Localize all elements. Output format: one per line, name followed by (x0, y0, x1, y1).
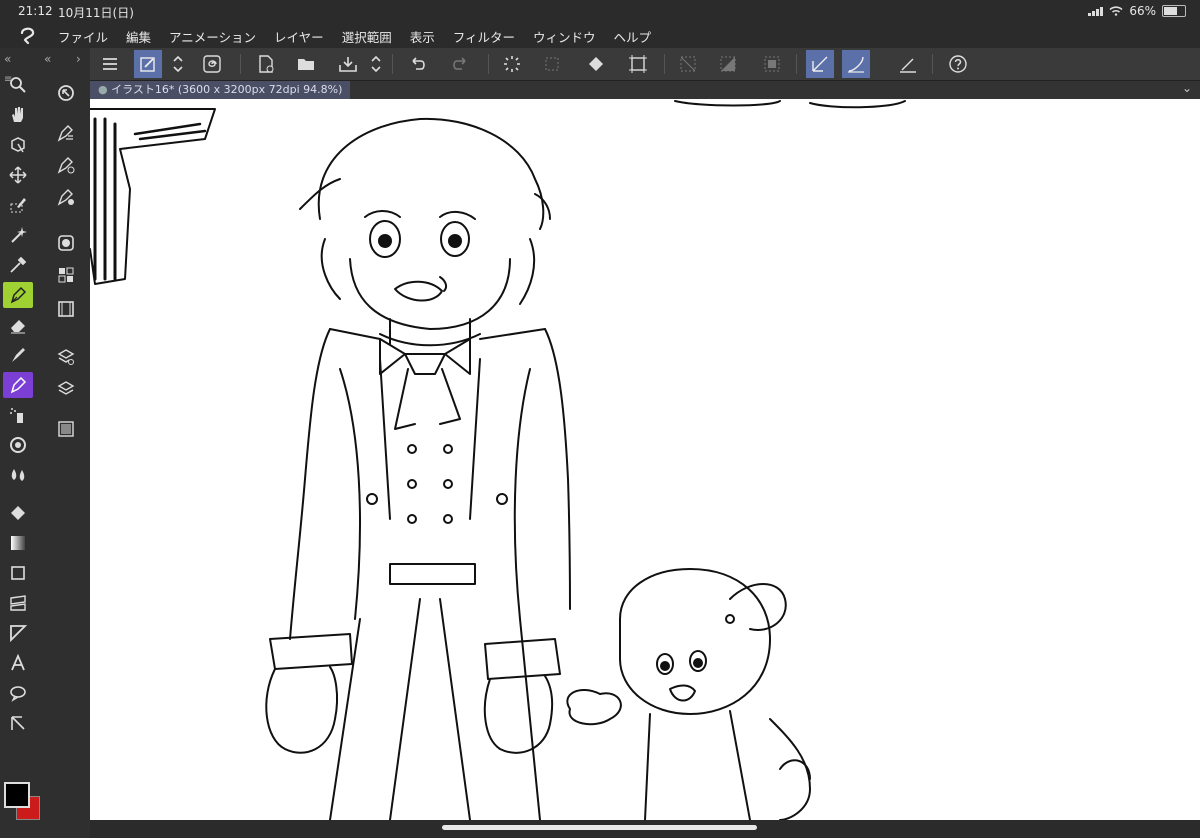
app-logo-icon[interactable] (18, 25, 38, 45)
document-tab-bar: ● イラスト16* (3600 x 3200px 72dpi 94.8%) ⌄ (90, 81, 1200, 99)
layer-panel-icon[interactable] (51, 376, 81, 402)
menu-edit[interactable]: 編集 (126, 27, 151, 46)
navigator-icon[interactable] (51, 80, 81, 106)
auto-select-tool-icon[interactable] (3, 222, 33, 248)
layer-edit-icon[interactable] (134, 50, 162, 78)
main-color-chip[interactable] (4, 782, 30, 808)
frame-border-tool-icon[interactable] (3, 590, 33, 616)
snap-ruler-icon[interactable] (806, 50, 834, 78)
clear-selection-icon[interactable] (538, 50, 566, 78)
spiral-icon[interactable] (198, 50, 226, 78)
menu-selection[interactable]: 選択範囲 (342, 27, 392, 46)
document-tab[interactable]: ● イラスト16* (3600 x 3200px 72dpi 94.8%) (90, 81, 351, 99)
brush-tool-icon[interactable] (3, 342, 33, 368)
selection-pen-tool-icon[interactable] (3, 192, 33, 218)
edit-stepper-icon[interactable] (170, 50, 186, 78)
artwork (90, 100, 906, 820)
menu-help[interactable]: ヘルプ (614, 27, 652, 46)
eraser-tool-icon[interactable] (3, 312, 33, 338)
status-date: 10月11日(日) (58, 6, 134, 20)
home-indicator[interactable] (442, 825, 757, 830)
menu-bar: ファイル 編集 アニメーション レイヤー 選択範囲 表示 フィルター ウィンドウ… (0, 22, 1200, 48)
drawing-canvas[interactable] (90, 99, 1200, 820)
tab-dropdown-icon[interactable]: ⌄ (1182, 81, 1192, 95)
loading-spinner-icon[interactable] (498, 50, 526, 78)
balloon-tool-icon[interactable] (3, 680, 33, 706)
redo-icon[interactable] (446, 50, 474, 78)
collapse-sub-icon[interactable]: « (44, 52, 51, 66)
collapse-left-icon[interactable]: « (4, 52, 11, 66)
menu-file[interactable]: ファイル (58, 27, 108, 46)
expand-sub-icon[interactable]: › (76, 52, 81, 66)
pen-tool-icon[interactable] (3, 282, 33, 308)
deselect-icon[interactable] (674, 50, 702, 78)
material-panel-icon[interactable] (51, 416, 81, 442)
menu-window[interactable]: ウィンドウ (533, 27, 596, 46)
airbrush-tool-icon[interactable] (3, 402, 33, 428)
fill-tool-icon[interactable] (3, 500, 33, 526)
zoom-tool-icon[interactable] (3, 72, 33, 98)
layer-property-icon[interactable] (51, 344, 81, 370)
menu-animation[interactable]: アニメーション (169, 27, 256, 46)
tool-property-icon[interactable] (51, 152, 81, 178)
invert-selection-icon[interactable] (714, 50, 742, 78)
decoration-tool-icon[interactable] (3, 432, 33, 458)
color-circle-icon[interactable] (51, 230, 81, 256)
ruler-tool-icon[interactable] (3, 620, 33, 646)
move-tool-icon[interactable] (3, 162, 33, 188)
menu-layer[interactable]: レイヤー (274, 27, 324, 46)
undo-icon[interactable] (404, 50, 432, 78)
battery-icon (1162, 5, 1186, 17)
snap-special-ruler-icon[interactable] (842, 50, 870, 78)
main-menu: ファイル 編集 アニメーション レイヤー 選択範囲 表示 フィルター ウィンドウ… (58, 27, 669, 46)
eyedropper-tool-icon[interactable] (3, 252, 33, 278)
color-chips[interactable] (4, 782, 44, 822)
select-all-icon[interactable] (758, 50, 786, 78)
gradient-tool-icon[interactable] (3, 530, 33, 556)
subtool-panel-icon[interactable] (51, 120, 81, 146)
open-folder-icon[interactable] (292, 50, 320, 78)
correct-line-tool-icon[interactable] (3, 710, 33, 736)
help-icon[interactable] (944, 50, 972, 78)
text-tool-icon[interactable] (3, 650, 33, 676)
blend-tool-icon[interactable] (3, 462, 33, 488)
document-tab-label: イラスト16* (3600 x 3200px 72dpi 94.8%) (111, 83, 343, 96)
wifi-icon (1109, 6, 1123, 16)
save-stepper-icon[interactable] (368, 50, 384, 78)
menu-filter[interactable]: フィルター (453, 27, 515, 46)
timeline-icon[interactable] (51, 296, 81, 322)
status-right: 66% (1088, 4, 1186, 18)
object-tool-icon[interactable] (3, 132, 33, 158)
vector-pen-tool-icon[interactable] (3, 372, 33, 398)
menu-toggle-icon[interactable] (96, 50, 124, 78)
brush-size-icon[interactable] (51, 184, 81, 210)
snap-grid-icon[interactable] (894, 50, 922, 78)
new-file-icon[interactable] (252, 50, 280, 78)
color-set-icon[interactable] (51, 262, 81, 288)
hand-tool-icon[interactable] (3, 102, 33, 128)
tab-dot-icon: ● (98, 83, 112, 96)
signal-icon (1088, 6, 1104, 16)
save-icon[interactable] (334, 50, 362, 78)
status-bar: 21:12 10月11日(日) 66% (0, 0, 1200, 22)
status-time: 21:12 (18, 4, 53, 18)
transform-icon[interactable] (624, 50, 652, 78)
command-bar (90, 48, 1200, 81)
figure-tool-icon[interactable] (3, 560, 33, 586)
battery-percent: 66% (1129, 4, 1156, 18)
fill-bucket-icon[interactable] (582, 50, 610, 78)
menu-view[interactable]: 表示 (410, 27, 435, 46)
